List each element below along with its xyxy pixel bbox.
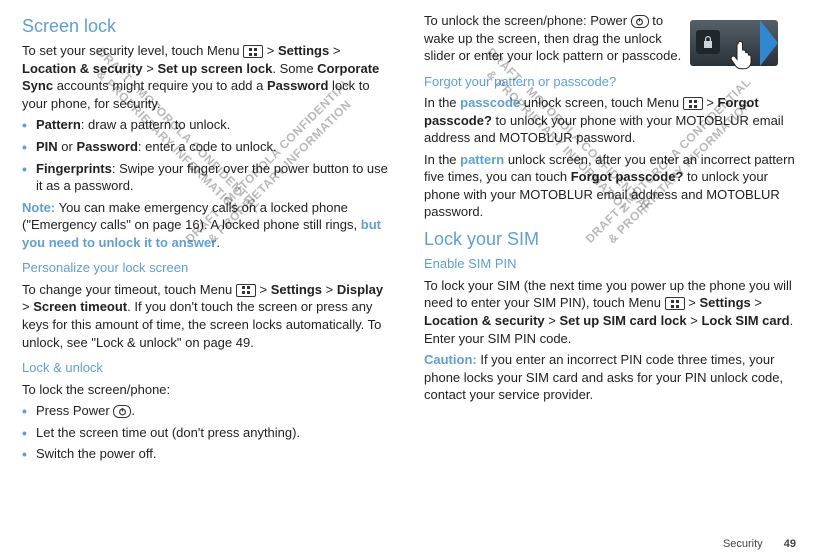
list-item: Press Power . <box>22 402 394 420</box>
screen-lock-intro: To set your security level, touch Menu >… <box>22 42 394 112</box>
text: or <box>58 139 77 154</box>
forgot-passcode-label: Forgot passcode? <box>571 169 684 184</box>
text: > <box>329 43 340 58</box>
text: . <box>216 235 220 250</box>
page-number: 49 <box>784 538 796 550</box>
forgot-pattern-paragraph: In the pattern unlock screen, after you … <box>424 151 796 221</box>
password-label: Password <box>76 139 137 154</box>
lock-steps-list: Press Power . Let the screen time out (d… <box>22 402 394 463</box>
text: > <box>687 313 702 328</box>
text: To change your timeout, touch Menu <box>22 282 236 297</box>
caution-paragraph: Caution: If you enter an incorrect PIN c… <box>424 351 796 404</box>
personalize-paragraph: To change your timeout, touch Menu > Set… <box>22 281 394 351</box>
unlock-illustration <box>690 20 778 66</box>
heading-personalize: Personalize your lock screen <box>22 259 394 277</box>
arrow-icon <box>760 20 778 66</box>
text: > <box>143 61 158 76</box>
text: > <box>545 313 560 328</box>
setup-sim-lock-label: Set up SIM card lock <box>559 313 686 328</box>
pin-label: PIN <box>36 139 58 154</box>
location-security-label: Location & security <box>22 61 143 76</box>
text: Press Power <box>36 403 113 418</box>
caution-label: Caution: <box>424 352 477 367</box>
forgot-passcode-paragraph: In the passcode unlock screen, touch Men… <box>424 94 796 147</box>
password-label: Password <box>267 78 328 93</box>
settings-label: Settings <box>271 282 322 297</box>
display-label: Display <box>337 282 383 297</box>
screen-timeout-label: Screen timeout <box>33 299 127 314</box>
pattern-label: pattern <box>460 152 504 167</box>
list-item: Fingerprints: Swipe your finger over the… <box>22 160 394 195</box>
lock-icon <box>696 30 720 54</box>
text: : enter a code to unlock. <box>138 139 277 154</box>
text: > <box>703 95 718 110</box>
text: . Some <box>272 61 317 76</box>
text: > <box>22 299 33 314</box>
text: To set your security level, touch Menu <box>22 43 243 58</box>
text: accounts might require you to add a <box>53 78 267 93</box>
location-security-label: Location & security <box>424 313 545 328</box>
text: If you enter an incorrect PIN code three… <box>424 352 783 402</box>
heading-enable-sim-pin: Enable SIM PIN <box>424 255 796 273</box>
settings-label: Settings <box>278 43 329 58</box>
heading-lock-unlock: Lock & unlock <box>22 359 394 377</box>
list-item: Switch the power off. <box>22 445 394 463</box>
power-icon <box>113 405 131 418</box>
heading-lock-sim: Lock your SIM <box>424 227 796 251</box>
settings-label: Settings <box>699 295 750 310</box>
pattern-label: Pattern <box>36 117 81 132</box>
text: unlock screen, touch Menu <box>520 95 683 110</box>
page-footer: Security 49 <box>723 537 796 552</box>
sim-paragraph: To lock your SIM (the next time you powe… <box>424 277 796 347</box>
text: You can make emergency calls on a locked… <box>22 200 361 233</box>
lock-sim-card-label: Lock SIM card <box>701 313 789 328</box>
text: . <box>131 403 135 418</box>
text: : draw a pattern to unlock. <box>81 117 231 132</box>
text: To unlock the screen/phone: Power <box>424 13 631 28</box>
text: > <box>685 295 700 310</box>
power-icon <box>631 15 649 28</box>
menu-icon <box>243 45 263 58</box>
passcode-label: passcode <box>460 95 520 110</box>
menu-icon <box>236 284 256 297</box>
lock-options-list: Pattern: draw a pattern to unlock. PIN o… <box>22 116 394 194</box>
note-label: Note: <box>22 200 55 215</box>
hand-pointer-icon <box>724 34 760 70</box>
text: > <box>322 282 337 297</box>
text: In the <box>424 152 460 167</box>
list-item: Let the screen time out (don't press any… <box>22 424 394 442</box>
text: > <box>256 282 271 297</box>
footer-section: Security <box>723 538 763 550</box>
text: > <box>751 295 762 310</box>
setup-screen-lock-label: Set up screen lock <box>157 61 272 76</box>
menu-icon <box>665 297 685 310</box>
text: > <box>263 43 278 58</box>
text: In the <box>424 95 460 110</box>
note-paragraph: Note: You can make emergency calls on a … <box>22 199 394 252</box>
menu-icon <box>683 97 703 110</box>
lock-intro: To lock the screen/phone: <box>22 381 394 399</box>
heading-forgot: Forgot your pattern or passcode? <box>424 73 796 91</box>
list-item: PIN or Password: enter a code to unlock. <box>22 138 394 156</box>
list-item: Pattern: draw a pattern to unlock. <box>22 116 394 134</box>
heading-screen-lock: Screen lock <box>22 14 394 38</box>
fingerprints-label: Fingerprints <box>36 161 112 176</box>
